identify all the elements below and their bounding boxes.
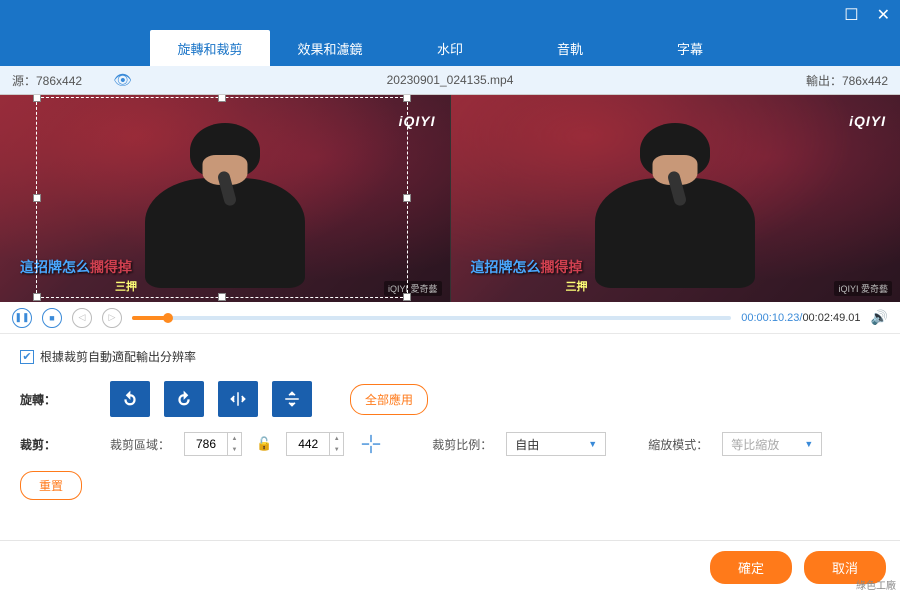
video-logo: iQIYI — [849, 113, 886, 129]
stop-button[interactable]: ■ — [42, 308, 62, 328]
crop-handle-ml[interactable] — [33, 194, 41, 202]
crop-height-input[interactable]: ▲▼ — [286, 432, 344, 456]
progress-bar[interactable] — [132, 316, 731, 320]
crop-handle-bm[interactable] — [218, 293, 226, 301]
pause-button[interactable]: ❚❚ — [12, 308, 32, 328]
zoom-mode-label: 縮放模式： — [648, 436, 708, 453]
source-resolution: 源：786x442 — [12, 74, 82, 88]
chevron-down-icon: ▼ — [588, 439, 597, 449]
zoom-mode-select[interactable]: 等比縮放▼ — [722, 432, 822, 456]
crop-handle-bl[interactable] — [33, 293, 41, 301]
close-button[interactable]: ✕ — [877, 5, 890, 25]
width-down[interactable]: ▼ — [228, 444, 241, 455]
output-preview: iQIYI 這招牌怎么擱得掉 三押 iQIYI 愛奇藝 — [451, 95, 900, 302]
crop-handle-mr[interactable] — [403, 194, 411, 202]
apply-all-button[interactable]: 全部應用 — [350, 384, 428, 415]
crop-handle-tr[interactable] — [403, 95, 411, 102]
crop-label: 裁剪： — [20, 436, 96, 453]
tab-audio[interactable]: 音軌 — [510, 30, 630, 66]
lock-ratio-icon[interactable]: 🔓 — [256, 436, 272, 452]
flip-horizontal-button[interactable] — [218, 381, 258, 417]
crop-width-input[interactable]: ▲▼ — [184, 432, 242, 456]
chevron-down-icon: ▼ — [804, 439, 813, 449]
output-resolution: 輸出：786x442 — [738, 72, 888, 89]
prev-frame-button[interactable]: ◁ — [72, 308, 92, 328]
reset-button[interactable]: 重置 — [20, 471, 82, 500]
height-up[interactable]: ▲ — [330, 433, 343, 444]
video-sub2: 三押 — [566, 278, 588, 294]
video-subtitle: 這招牌怎么擱得掉 — [471, 257, 583, 277]
crop-handle-br[interactable] — [403, 293, 411, 301]
maximize-button[interactable]: ☐ — [844, 5, 858, 25]
height-down[interactable]: ▼ — [330, 444, 343, 455]
ok-button[interactable]: 確定 — [710, 551, 792, 584]
center-crop-icon[interactable] — [358, 431, 384, 457]
crop-width-field[interactable] — [185, 437, 227, 451]
volume-icon[interactable]: 🔊 — [871, 309, 888, 326]
next-frame-button[interactable]: ▷ — [102, 308, 122, 328]
auto-fit-label: 根據裁剪自動適配輸出分辨率 — [40, 348, 196, 365]
crop-height-field[interactable] — [287, 437, 329, 451]
rotate-right-button[interactable] — [164, 381, 204, 417]
crop-frame[interactable] — [36, 97, 408, 298]
filename-label: 20230901_024135.mp4 — [162, 73, 738, 87]
time-display: 00:00:10.23/00:02:49.01 — [741, 312, 860, 324]
tab-subtitle[interactable]: 字幕 — [630, 30, 750, 66]
source-preview[interactable]: iQIYI 這招牌怎么擱得掉 三押 iQIYI 愛奇藝 — [0, 95, 450, 302]
crop-handle-tl[interactable] — [33, 95, 41, 102]
crop-handle-tm[interactable] — [218, 95, 226, 102]
auto-fit-checkbox[interactable]: ✔ — [20, 350, 34, 364]
tab-effects[interactable]: 效果和濾鏡 — [270, 30, 390, 66]
crop-ratio-label: 裁剪比例： — [432, 436, 492, 453]
preview-eye-icon[interactable]: 👁 — [113, 72, 132, 89]
rotate-left-button[interactable] — [110, 381, 150, 417]
video-watermark: iQIYI 愛奇藝 — [834, 281, 892, 296]
progress-thumb[interactable] — [163, 313, 173, 323]
crop-ratio-select[interactable]: 自由▼ — [506, 432, 606, 456]
flip-vertical-button[interactable] — [272, 381, 312, 417]
tab-rotate-crop[interactable]: 旋轉和裁剪 — [150, 30, 270, 66]
crop-area-label: 裁剪區域： — [110, 436, 170, 453]
rotate-label: 旋轉： — [20, 391, 96, 408]
corner-watermark: 綠色工廠 — [856, 577, 896, 592]
tab-watermark[interactable]: 水印 — [390, 30, 510, 66]
width-up[interactable]: ▲ — [228, 433, 241, 444]
